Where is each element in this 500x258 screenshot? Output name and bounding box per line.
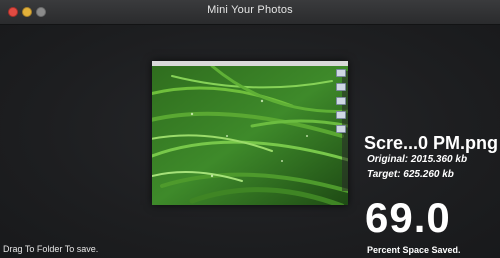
percent-saved-label: Percent Space Saved. bbox=[367, 245, 461, 255]
drive-icon bbox=[336, 111, 346, 119]
file-name: Scre...0 PM.png bbox=[364, 133, 499, 153]
folder-icon bbox=[336, 83, 346, 91]
title-bar[interactable]: Mini Your Photos bbox=[0, 0, 500, 25]
drag-hint: Drag To Folder To save. bbox=[3, 244, 99, 254]
folder-icon bbox=[336, 97, 346, 105]
folder-icon bbox=[336, 125, 346, 133]
desktop-icons bbox=[336, 69, 346, 139]
original-size: Original: 2015.360 kb bbox=[367, 154, 468, 165]
grass-image bbox=[152, 66, 348, 205]
app-window: Mini Your Photos Scre...0 PM.png Origina… bbox=[0, 0, 500, 258]
window-title: Mini Your Photos bbox=[207, 4, 293, 16]
drive-icon bbox=[336, 69, 346, 77]
percent-saved-value: 69.0 bbox=[365, 194, 451, 241]
target-size: Target: 625.260 kb bbox=[367, 169, 454, 180]
image-preview[interactable] bbox=[152, 61, 348, 205]
